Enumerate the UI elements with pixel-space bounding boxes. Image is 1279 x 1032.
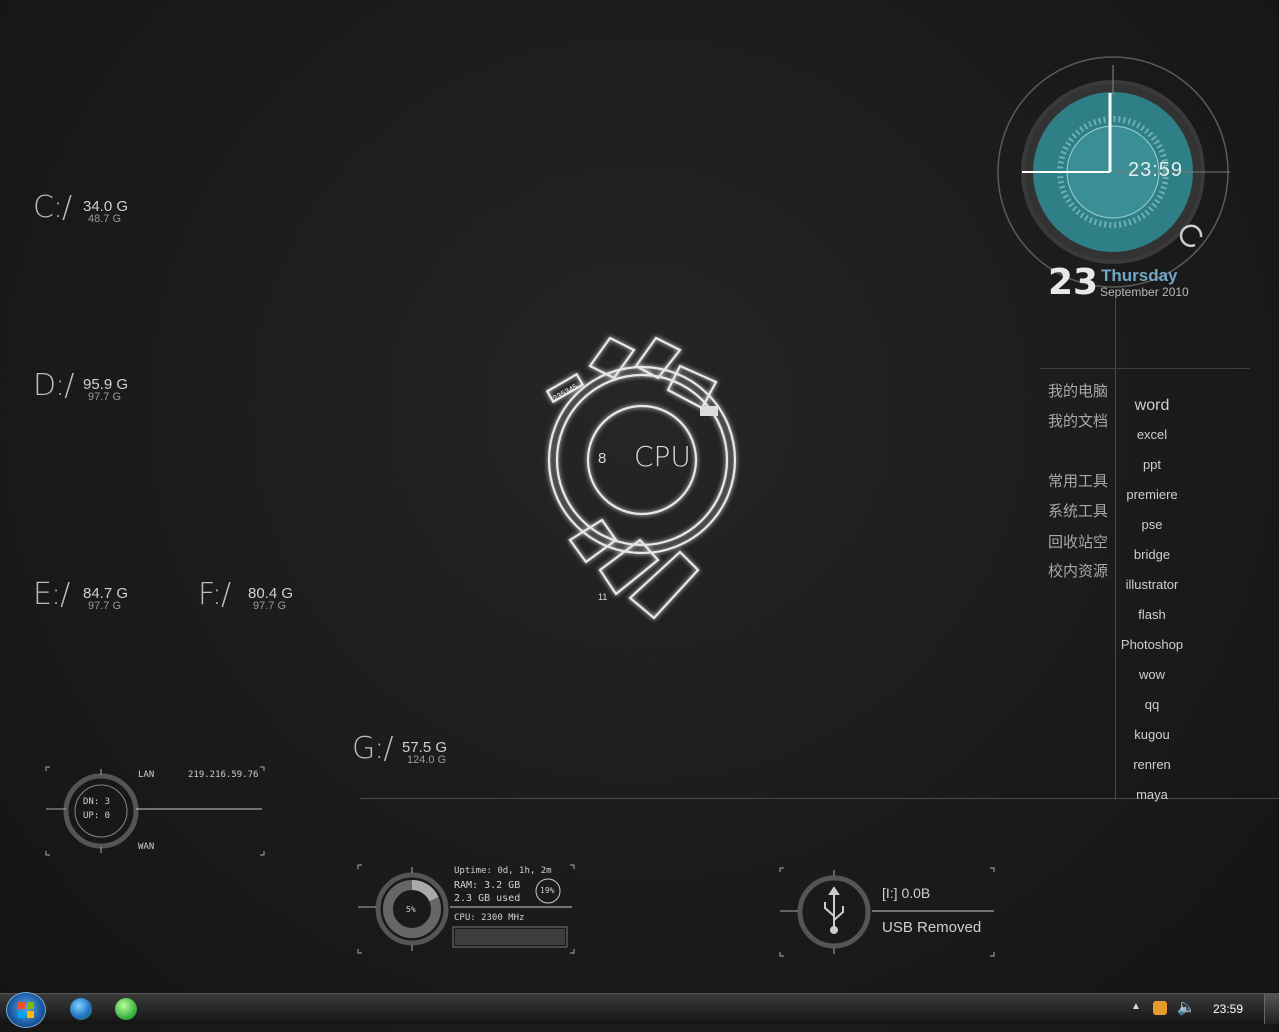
cpu-widget: CPU 8 235345 11 — [530, 330, 760, 630]
launcher-ppt[interactable]: ppt — [1100, 457, 1204, 472]
windows-logo-icon — [18, 1002, 34, 1018]
drive-letter: G:/ — [352, 731, 393, 766]
usb-graphic — [779, 867, 995, 957]
system-ram-used: 2.3 GB used — [454, 893, 521, 904]
usb-status: USB Removed — [882, 919, 982, 936]
tray-app-icon[interactable] — [1153, 1001, 1167, 1015]
date-month-year: September 2010 — [1100, 285, 1189, 299]
launcher-flash[interactable]: flash — [1100, 607, 1204, 622]
drive-total: 97.7 G — [253, 600, 287, 612]
launcher-photoshop[interactable]: Photoshop — [1100, 637, 1204, 652]
drive-d[interactable]: D:/ 95.9 G 97.7 G — [33, 368, 173, 418]
globe-icon[interactable] — [70, 998, 92, 1020]
date-weekday: Thursday — [1101, 266, 1178, 285]
tray-overflow-chevron-icon[interactable]: ▲ — [1131, 1001, 1141, 1012]
cpu-tick-label: 11 — [598, 592, 608, 602]
cpu-label: CPU — [634, 440, 691, 473]
launcher-renren[interactable]: renren — [1100, 757, 1204, 772]
system-widget: 5% Uptime: 0d, 1h, 2m RAM: 3.2 GB 2.3 GB… — [356, 863, 578, 955]
network-widget: LAN 219.216.59.76 DN: 3 UP: 0 WAN — [44, 765, 266, 857]
volume-icon[interactable]: 🔈 — [1177, 998, 1196, 1016]
usb-widget[interactable]: [I:] 0.0B USB Removed — [778, 866, 1000, 958]
launcher-divider-top — [1040, 368, 1250, 369]
launcher-maya[interactable]: maya — [1100, 787, 1204, 802]
launcher-excel[interactable]: excel — [1100, 427, 1204, 442]
system-ram-percent: 19% — [540, 886, 555, 895]
chat-app-icon[interactable] — [115, 998, 137, 1020]
launcher-qq[interactable]: qq — [1100, 697, 1204, 712]
taskbar-clock[interactable]: 23:59 — [1213, 1002, 1243, 1016]
drive-letter: E:/ — [33, 577, 70, 612]
drive-c[interactable]: C:/ 34.0 G 48.7 G — [33, 190, 173, 240]
system-uptime: Uptime: 0d, 1h, 2m — [454, 866, 552, 876]
system-cpu-speed: CPU: 2300 MHz — [454, 913, 525, 923]
network-up: UP: 0 — [83, 811, 111, 821]
cpu-gauge-graphic — [545, 336, 737, 620]
drive-g[interactable]: G:/ 57.5 G 124.0 G — [352, 731, 492, 781]
network-down: DN: 3 — [83, 797, 111, 807]
usb-icon — [824, 886, 844, 934]
drive-f[interactable]: F:/ 80.4 G 97.7 G — [198, 577, 338, 627]
drive-total: 97.7 G — [88, 391, 122, 403]
network-wan-label: WAN — [138, 842, 155, 852]
drive-e[interactable]: E:/ 84.7 G 97.7 G — [33, 577, 173, 627]
drive-total: 124.0 G — [407, 754, 447, 766]
cpu-load-percent: 5% — [406, 905, 416, 914]
network-lan-label: LAN — [138, 770, 155, 780]
taskbar: ▲ 🔈 23:59 — [0, 992, 1279, 1028]
launcher-wow[interactable]: wow — [1100, 667, 1204, 682]
launcher-bridge[interactable]: bridge — [1100, 547, 1204, 562]
drive-total: 48.7 G — [88, 213, 122, 225]
system-ram: RAM: 3.2 GB — [454, 880, 521, 891]
clock-time: 23:59 — [1128, 159, 1184, 181]
network-ip: 219.216.59.76 — [188, 770, 259, 780]
system-graphic — [357, 864, 575, 954]
drive-total: 97.7 G — [88, 600, 122, 612]
show-desktop-button[interactable] — [1264, 994, 1279, 1024]
drive-letter: C:/ — [33, 190, 72, 225]
launcher-pse[interactable]: pse — [1100, 517, 1204, 532]
drive-letter: F:/ — [198, 577, 231, 612]
launcher-word[interactable]: word — [1100, 397, 1204, 415]
usb-drive: [I:] 0.0B — [882, 885, 931, 901]
launcher-premiere[interactable]: premiere — [1100, 487, 1204, 502]
drive-letter: D:/ — [33, 368, 74, 403]
cpu-core-count: 8 — [598, 450, 607, 467]
launcher-kugou[interactable]: kugou — [1100, 727, 1204, 742]
launcher-illustrator[interactable]: illustrator — [1100, 577, 1204, 592]
date-day: 23 — [1048, 262, 1099, 303]
